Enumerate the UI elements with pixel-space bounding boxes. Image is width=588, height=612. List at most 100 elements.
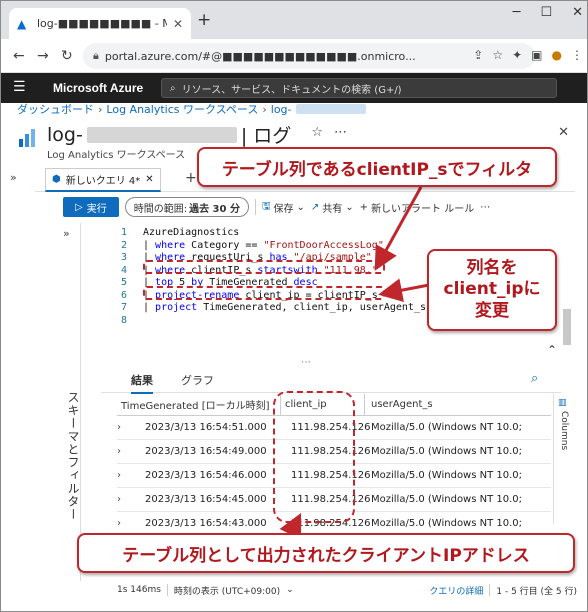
expand-menu-icon[interactable]: » (10, 171, 17, 184)
hamburger-icon[interactable]: ☰ (13, 79, 26, 95)
time-display[interactable]: 時刻の表示 (UTC+09:00) (174, 584, 280, 597)
log-analytics-icon (19, 129, 35, 147)
save-icon: 🖫 (261, 200, 271, 212)
time-range-button[interactable]: 時間の範囲: 過去 30 分 (124, 197, 249, 217)
more-icon[interactable]: ⋯ (334, 125, 347, 140)
columns-icon[interactable]: ▥ (558, 398, 567, 408)
divider (254, 199, 256, 215)
reload-icon[interactable]: ↻ (61, 48, 73, 64)
expand-row-icon[interactable]: › (117, 422, 135, 433)
line-number: 5 (120, 277, 127, 288)
line-number: 7 (120, 302, 127, 313)
page-title-prefix: log- (47, 123, 83, 146)
query-details-link[interactable]: クエリの詳細 (429, 584, 483, 597)
breadcrumb-log-analytics[interactable]: Log Analytics ワークスペース (106, 101, 258, 117)
azure-search-input[interactable]: ⌕ リソース、サービス、ドキュメントの検索 (G+/) (161, 78, 557, 98)
expand-row-icon[interactable]: › (117, 518, 135, 529)
forward-icon[interactable]: → (37, 48, 49, 64)
save-button[interactable]: 🖫 保存 ⌄ (262, 199, 305, 216)
code-line[interactable]: | project TimeGenerated, client_ip, user… (143, 302, 426, 313)
minimize-icon[interactable]: ─ (513, 5, 521, 20)
browser-actions: ⇪ ☆ ✦ ▣ ● ⋮ (473, 48, 583, 62)
menu-icon[interactable]: ⋮ (571, 48, 583, 62)
schema-expand-icon[interactable]: » (63, 227, 70, 240)
line-number: 3 (120, 252, 127, 263)
breadcrumb-dashboard[interactable]: ダッシュボード (17, 101, 94, 117)
more-toolbar-icon[interactable]: ⋯ (480, 202, 490, 213)
breadcrumb: ダッシュボード › Log Analytics ワークスペース › log- (17, 101, 366, 117)
chevron-right-icon: › (262, 102, 267, 116)
sidebar-icon[interactable]: ▣ (531, 48, 542, 62)
close-window-icon[interactable]: ✕ (572, 5, 583, 20)
page-title: log- | ログ (47, 121, 291, 148)
tab-new-query[interactable]: ⬢ 新しいクエリ 4* ✕ (45, 168, 161, 192)
azure-brand[interactable]: Microsoft Azure (53, 81, 143, 95)
line-number: 4 (120, 264, 127, 276)
add-query-tab-button[interactable]: + (185, 170, 197, 186)
expand-row-icon[interactable]: › (117, 494, 135, 505)
collapse-editor-icon[interactable]: ⌃ (547, 343, 557, 357)
status-bar: 1s 146ms 時刻の表示 (UTC+09:00) ⌄ クエリの詳細 1 - … (117, 579, 577, 601)
back-icon[interactable]: ← (13, 48, 25, 64)
callout-client-ip: テーブル列として出力されたクライアントIPアドレス (77, 533, 575, 573)
close-tab-icon[interactable]: ✕ (173, 17, 183, 31)
cell-useragent: Mozilla/5.0 (Windows NT 10.0; (371, 494, 523, 505)
close-blade-icon[interactable]: ✕ (558, 125, 569, 140)
plus-icon: + (359, 201, 369, 213)
redacted-text (295, 104, 366, 114)
run-button[interactable]: ▷ 実行 (63, 197, 119, 217)
query-toolbar: ▷ 実行 時間の範囲: 過去 30 分 🖫 保存 ⌄ ↗ 共有 ⌄ + 新しいア… (63, 194, 573, 220)
duration: 1s 146ms (117, 585, 161, 595)
new-alert-rule-button[interactable]: + 新しいアラート ルール (360, 200, 475, 215)
results-search-icon[interactable]: ⌕ (531, 371, 538, 386)
cell-timegenerated: 2023/3/13 16:54:43.000 (145, 518, 267, 529)
column-header-timegenerated[interactable]: TimeGenerated [ローカル時刻] (117, 394, 281, 415)
star-icon[interactable]: ☆ (492, 48, 503, 62)
share-button[interactable]: ↗ 共有 ⌄ (311, 200, 354, 215)
highlight-client-ip-column (273, 391, 355, 523)
callout-filter: テーブル列であるclientIP_sでフィルタ (197, 147, 557, 187)
chevron-right-icon: › (98, 102, 103, 116)
browser-tab-title: log-■■■■■■■■■ - Micr (37, 17, 167, 30)
redacted-text (86, 126, 237, 143)
breadcrumb-workspace[interactable]: log- (271, 103, 292, 116)
line-number: 1 (120, 227, 127, 238)
schema-panel-label[interactable]: スキーマとフィルター (65, 391, 82, 521)
callout-rename-line3: 変更 (475, 300, 509, 321)
line-number: 6 (120, 289, 127, 301)
callout-rename-line1: 列名を (466, 258, 518, 279)
new-tab-button[interactable]: + (197, 10, 211, 30)
line-number: 8 (120, 314, 127, 326)
rows-info: 1 - 5 行目 (全 5 行) (496, 586, 577, 597)
azure-logo-icon: ▲ (17, 16, 27, 31)
maximize-icon[interactable]: ☐ (540, 5, 552, 20)
profile-icon[interactable]: ● (552, 48, 562, 62)
window-controls: ─ ☐ ✕ (513, 5, 583, 20)
tab-results[interactable]: 結果 (131, 372, 153, 394)
cell-timegenerated: 2023/3/13 16:54:49.000 (145, 446, 267, 457)
column-header-useragent[interactable]: userAgent_s (365, 399, 551, 410)
favorite-star-icon[interactable]: ☆ (311, 125, 323, 140)
page-title-suffix: | ログ (240, 125, 292, 147)
cell-timegenerated: 2023/3/13 16:54:46.000 (145, 470, 267, 481)
run-label: 実行 (86, 203, 107, 215)
cell-useragent: Mozilla/5.0 (Windows NT 10.0; (371, 518, 523, 529)
share-icon[interactable]: ⇪ (473, 48, 483, 62)
browser-tab[interactable]: ▲ log-■■■■■■■■■ - Micr ✕ (9, 8, 191, 39)
query-tab-label: 新しいクエリ 4* (65, 176, 141, 187)
url-text: portal.azure.com/#@■■■■■■■■■■■■■.onmicro… (104, 49, 416, 63)
code-line[interactable]: AzureDiagnostics (143, 227, 239, 238)
code-line[interactable]: | where Category == "FrontDoorAccessLog" (143, 240, 384, 251)
close-query-tab-icon[interactable]: ✕ (145, 174, 153, 185)
expand-row-icon[interactable]: › (117, 470, 135, 481)
divider (489, 584, 491, 596)
tab-graph[interactable]: グラフ (181, 372, 214, 388)
columns-panel-label[interactable]: Columns (559, 411, 569, 450)
callout-rename-line2: client_ipに (443, 279, 541, 300)
save-label: 保存 (273, 203, 294, 215)
url-field[interactable]: 🔒︎ portal.azure.com/#@■■■■■■■■■■■■■.onmi… (83, 43, 535, 69)
extensions-icon[interactable]: ✦ (512, 48, 522, 62)
expand-row-icon[interactable]: › (117, 446, 135, 457)
editor-scrollbar[interactable] (563, 309, 571, 345)
header-actions: ☆ ⋯ ✕ (311, 125, 569, 140)
